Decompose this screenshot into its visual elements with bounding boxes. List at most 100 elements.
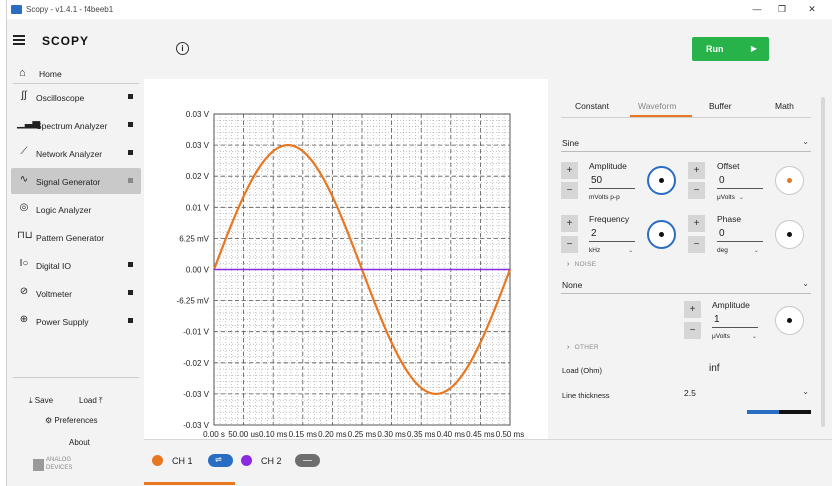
line-thickness-select[interactable]: 2.5 ⌄ [683,385,811,402]
waveform-type-select[interactable]: Sine ⌄ [561,135,811,152]
amplitude-input[interactable]: 50 [589,174,635,189]
pattern-generator-icon: ⊓⊔ [17,230,33,241]
amplitude-knob[interactable] [647,166,676,195]
frequency-knob[interactable] [647,220,676,249]
sidebar-item-pattern-generator[interactable]: ⊓⊔ Pattern Generator [11,224,141,250]
phase-knob[interactable] [775,220,804,249]
channel-1-color-dot [152,455,163,466]
collapsed-icon [303,460,312,461]
y-tick-label: 6.25 mV [179,234,209,243]
channel-2-label: CH 2 [261,456,282,466]
run-button[interactable]: Run ▶ [692,37,769,61]
menu-icon[interactable] [13,35,25,45]
offset-unit: μVolts [717,194,735,201]
sidebar: SCOPY ⌂ Home ∫∫ Oscilloscope ▁▃▅ Spectru… [7,19,144,486]
amplitude-label: Amplitude [589,161,627,171]
frequency-unit-select[interactable]: kHz ⌄ [589,247,633,254]
signal-generator-icon: ∿ [19,174,29,185]
oscilloscope-icon: ∫∫ [21,90,27,101]
offset-increment-button[interactable]: + [688,162,705,179]
noise-section-toggle[interactable]: › NOISE [567,261,596,268]
x-tick-label: 50.00 us [228,430,259,439]
offset-knob[interactable] [775,166,804,195]
channel-1-settings-toggle[interactable]: ⇌ [208,454,233,467]
sidebar-item-label: Logic Analyzer [36,205,92,215]
offset-decrement-button[interactable]: − [688,182,705,199]
knob-indicator [659,232,664,237]
y-tick-label: 0.00 V [186,266,210,275]
offset-unit-select[interactable]: μVolts ⌄ [717,194,744,201]
noise-section-label: NOISE [574,261,597,268]
tool-status-indicator [128,262,133,267]
sidebar-item-logic-analyzer[interactable]: ◎ Logic Analyzer [11,196,141,222]
save-icon: ⤓ [29,396,33,405]
sidebar-item-voltmeter[interactable]: ⊘ Voltmeter [11,280,141,306]
phase-increment-button[interactable]: + [688,215,705,232]
load-icon: ⤒ [99,396,103,405]
power-supply-icon: ⊕ [19,314,29,325]
x-tick-label: 0.25 ms [348,430,376,439]
sidebar-item-power-supply[interactable]: ⊕ Power Supply [11,308,141,334]
frequency-decrement-button[interactable]: − [561,236,578,253]
noise-amplitude-decrement-button[interactable]: − [684,322,701,339]
play-icon: ▶ [750,44,757,53]
sidebar-item-spectrum-analyzer[interactable]: ▁▃▅ Spectrum Analyzer [11,112,141,138]
app-window: Scopy - v1.4.1 - f4beeb1 — ❐ ✕ SCOPY ⌂ H… [6,0,832,486]
chevron-right-icon: › [567,261,570,268]
sidebar-footer: ⤓ Save Load ⤒ ⚙ Preferences About [13,377,139,447]
channel-bar: CH 1 ⇌ CH 2 [144,439,832,486]
phase-decrement-button[interactable]: − [688,236,705,253]
sidebar-item-network-analyzer[interactable]: ⟋ Network Analyzer [11,140,141,166]
offset-input[interactable]: 0 [717,174,763,189]
phase-unit-select[interactable]: deg ⌄ [717,247,759,254]
y-tick-label: -6.25 mV [177,297,210,306]
tool-status-indicator [128,94,133,99]
tab-constant[interactable]: Constant [575,101,609,111]
amplitude-increment-button[interactable]: + [561,162,578,179]
plot-area[interactable]: 0.03 V 0.03 V 0.02 V 0.01 V 6.25 mV 0.00 V -6.… [144,79,548,439]
network-analyzer-icon: ⟋ [20,146,28,157]
noise-amplitude-knob[interactable] [775,306,804,335]
tab-buffer[interactable]: Buffer [709,101,732,111]
maximize-button[interactable]: ❐ [770,3,794,16]
sidebar-item-oscilloscope[interactable]: ∫∫ Oscilloscope [11,84,141,110]
tab-math[interactable]: Math [775,101,794,111]
sidebar-item-home[interactable]: ⌂ Home [13,63,139,84]
sidebar-item-label: Oscilloscope [36,93,85,103]
x-tick-label: 0.50 ms [496,430,524,439]
frequency-unit: kHz [589,247,601,254]
info-icon[interactable]: i [176,42,189,55]
noise-type-select[interactable]: None ⌄ [561,277,811,294]
noise-amplitude-unit-select[interactable]: μVolts ⌄ [712,333,757,340]
save-button[interactable]: ⤓ Save [29,396,53,406]
noise-amplitude-input[interactable]: 1 [712,313,758,328]
frequency-input[interactable]: 2 [589,227,635,242]
noise-amplitude-increment-button[interactable]: + [684,301,701,318]
amplitude-decrement-button[interactable]: − [561,182,578,199]
frequency-increment-button[interactable]: + [561,215,578,232]
tab-waveform[interactable]: Waveform [638,101,676,111]
other-section-toggle[interactable]: › OTHER [567,344,599,351]
settings-scrollbar[interactable] [821,97,825,427]
minimize-button[interactable]: — [745,3,769,16]
about-button[interactable]: About [69,438,90,447]
x-tick-label: 0.35 ms [407,430,435,439]
x-tick-label: 0.30 ms [377,430,405,439]
sidebar-item-signal-generator[interactable]: ∿ Signal Generator [11,168,141,194]
signal-plot: 0.03 V 0.03 V 0.02 V 0.01 V 6.25 mV 0.00 V -6.… [177,110,525,439]
sidebar-item-digital-io[interactable]: I○ Digital IO [11,252,141,278]
x-tick-label: 0.10 ms [259,430,287,439]
load-input[interactable]: inf [709,363,720,374]
phase-input[interactable]: 0 [717,227,763,242]
channel-1-label: CH 1 [172,456,193,466]
chevron-down-icon: ⌄ [751,334,757,340]
home-icon: ⌂ [19,67,26,79]
line-thickness-value: 2.5 [684,388,696,398]
load-button[interactable]: Load ⤒ [79,396,103,406]
preferences-button[interactable]: ⚙ Preferences [45,416,98,425]
vendor-line-2: DEVICES [46,465,73,472]
channel-2-settings-toggle[interactable] [295,454,320,467]
close-button[interactable]: ✕ [800,3,824,16]
y-tick-label: 0.01 V [186,203,210,212]
amplitude-unit-select[interactable]: mVolts p-p [589,194,620,201]
